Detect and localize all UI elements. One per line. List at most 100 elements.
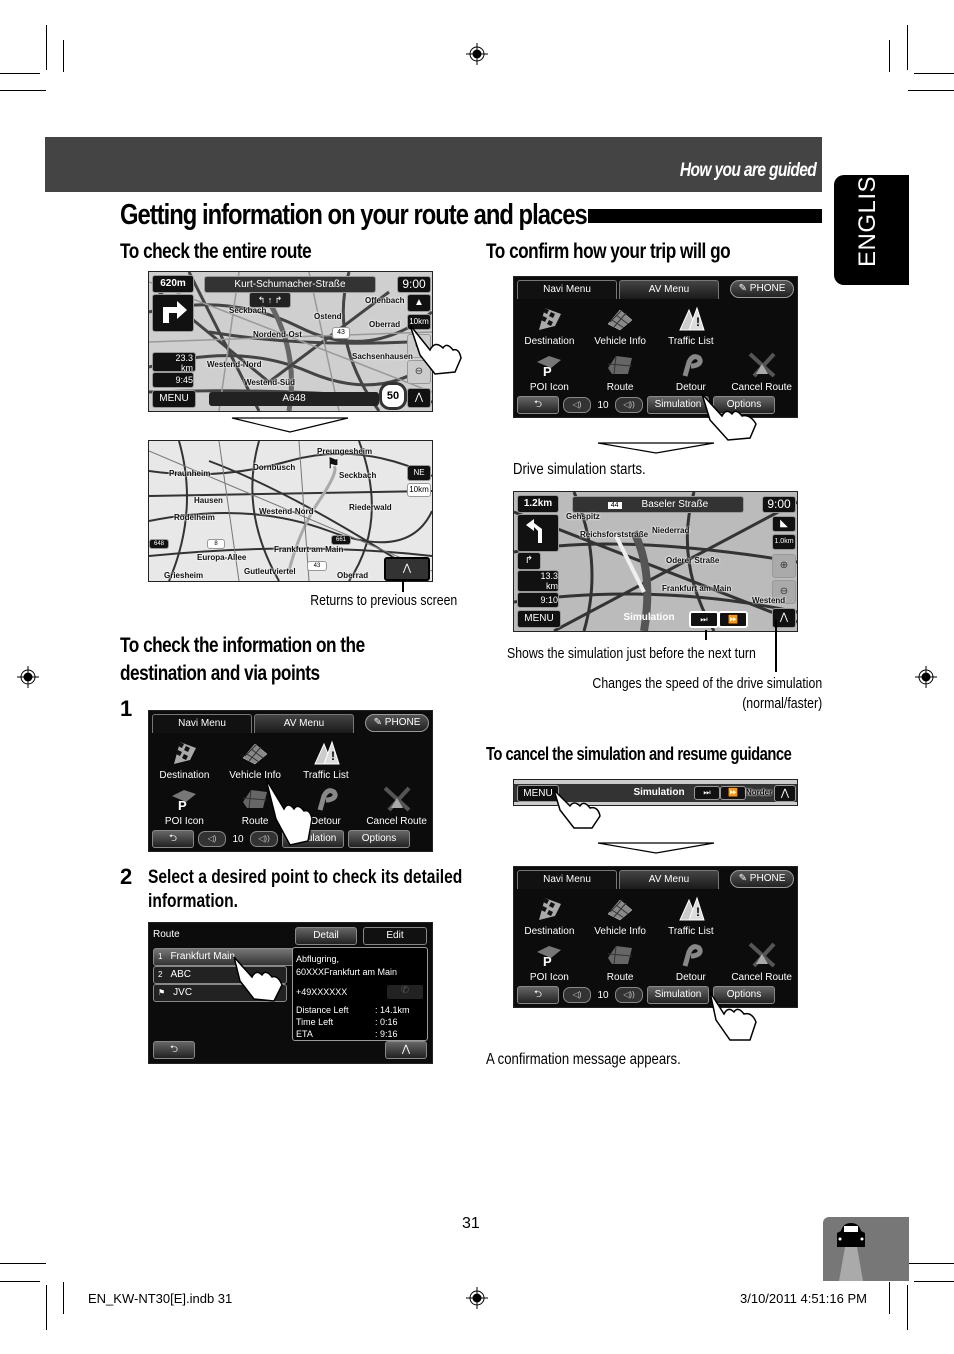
menu-item-cancel-route[interactable]: Cancel Route (726, 939, 797, 985)
pointing-hand-icon (701, 393, 757, 441)
map-scale[interactable]: 1.0km (772, 534, 796, 550)
menu-item-vehicle-info[interactable]: Vehicle Info (585, 893, 656, 939)
map-label: Westend-Süd (244, 378, 295, 387)
tab-navi-menu[interactable]: Navi Menu (517, 870, 617, 889)
road-shield: 648 (149, 539, 169, 549)
caption-return: Returns to previous screen (310, 592, 457, 609)
menu-item-vehicle-info[interactable]: Vehicle Info (585, 303, 656, 349)
options-button[interactable]: Options (348, 830, 410, 848)
traffic-warning-icon: ! (679, 896, 705, 921)
info-label: Distance Left (296, 1005, 349, 1015)
car-headlights-icon (837, 1223, 865, 1281)
map-label: Gutleutviertel (244, 567, 296, 576)
map-view-button[interactable]: ▲ (407, 294, 431, 312)
map-button[interactable]: ⋀ (385, 1041, 427, 1059)
map-label: Westend (752, 596, 786, 605)
map-label: Oderer Straße (666, 556, 720, 565)
street-name: 44 Baseler Straße (572, 496, 744, 513)
back-button[interactable]: ⮌ (517, 986, 559, 1004)
map-screen-guidance[interactable]: 620m Kurt-Schumacher-Straße 9:00 ↰ ↑ ↱ ▲… (148, 271, 433, 412)
volume-up-button[interactable]: ◁)) (615, 397, 643, 413)
menu-item-detour[interactable]: Detour (656, 939, 727, 985)
menu-item-route[interactable]: Route (585, 939, 656, 985)
map-label: Oberrad (337, 571, 369, 580)
print-datetime: 3/10/2011 4:51:16 PM (740, 1291, 867, 1306)
back-button[interactable]: ⮌ (153, 1041, 195, 1059)
back-button[interactable]: ⮌ (517, 396, 559, 414)
eta: 9:45 (152, 372, 194, 388)
menu-button[interactable]: MENU (152, 390, 196, 408)
phone-button[interactable]: ✎ PHONE (365, 714, 429, 732)
speed-toggle-button[interactable]: ⏩ (720, 786, 746, 800)
tab-navi-menu[interactable]: Navi Menu (517, 280, 617, 299)
simulation-button[interactable]: Simulation (647, 986, 709, 1004)
menu-item-destination[interactable]: Destination (149, 737, 220, 783)
menu-item-cancel-route[interactable]: Cancel Route (726, 349, 797, 395)
grid-map-icon (242, 743, 268, 765)
simulation-map-screen[interactable]: 1.2km ↱ 44 Baseler Straße 9:00 ◣ 1.0km ⊕ … (513, 491, 798, 632)
north-up-button[interactable]: ⋀ (774, 785, 796, 802)
menu-item-empty (726, 303, 797, 349)
menu-button[interactable]: MENU (517, 610, 561, 628)
speed-limit-sign: 50 (379, 382, 407, 410)
menu-item-destination[interactable]: Destination (514, 893, 585, 939)
crop-mark (889, 1282, 890, 1314)
volume-down-button[interactable]: ◁) (563, 397, 591, 413)
pointing-hand-icon (553, 789, 601, 829)
menu-item-poi-icon[interactable]: P POI Icon (149, 783, 220, 829)
menu-item-poi-icon[interactable]: P POI Icon (514, 939, 585, 985)
registration-mark-icon (466, 1287, 488, 1309)
zoom-in-button[interactable]: ⊕ (772, 554, 796, 578)
section-heading-confirm-trip: To confirm how your trip will go (486, 240, 731, 263)
north-up-button[interactable]: ⋀ (407, 388, 431, 408)
tab-av-menu[interactable]: AV Menu (254, 714, 354, 733)
map-label: Praunheim (169, 469, 211, 478)
phone-button[interactable]: ✎ PHONE (730, 280, 794, 298)
menu-item-detour[interactable]: Detour (656, 349, 727, 395)
volume-down-button[interactable]: ◁) (198, 831, 226, 847)
map-label: Hausen (194, 496, 223, 505)
call-button[interactable]: ✆ (387, 985, 423, 999)
skip-to-next-turn-button[interactable]: ⏭ (689, 611, 719, 628)
crop-mark (0, 90, 46, 91)
grid-map-icon (607, 899, 633, 921)
speed-toggle-button[interactable]: ⏩ (718, 611, 748, 628)
language-label: ENGLISH (854, 158, 881, 267)
menu-item-cancel-route[interactable]: Cancel Route (361, 783, 432, 829)
crop-mark (0, 1281, 40, 1282)
phone-button[interactable]: ✎ PHONE (730, 870, 794, 888)
skip-to-next-turn-button[interactable]: ⏭ (694, 786, 720, 800)
compass-button[interactable]: ◣ (772, 516, 796, 532)
menu-item-route[interactable]: Route (585, 349, 656, 395)
map-screen-entire-route[interactable]: Preungesheim Praunheim Dornbusch Seckbac… (148, 440, 433, 582)
menu-item-traffic-list[interactable]: ! Traffic List (656, 893, 727, 939)
map-label: Westend-Nord (259, 507, 314, 516)
transition-arrow-icon (597, 442, 715, 454)
menu-item-destination[interactable]: Destination (514, 303, 585, 349)
callout-line (775, 620, 777, 672)
detail-button[interactable]: Detail (295, 927, 357, 945)
tab-navi-menu[interactable]: Navi Menu (152, 714, 252, 733)
language-tab: ENGLISH (834, 158, 909, 285)
address-line-1: Abflugring, (296, 954, 340, 964)
traffic-warning-icon: ! (314, 740, 340, 765)
poi-icon: P (537, 356, 562, 378)
checkered-flag-icon (539, 308, 562, 330)
map-label: Westend-Nord (207, 360, 262, 369)
back-button[interactable]: ⮌ (152, 830, 194, 848)
edit-button[interactable]: Edit (363, 927, 427, 945)
volume-up-button[interactable]: ◁)) (615, 987, 643, 1003)
menu-item-traffic-list[interactable]: ! Traffic List (656, 303, 727, 349)
tab-av-menu[interactable]: AV Menu (619, 870, 719, 889)
current-road: A648 (209, 392, 379, 406)
volume-level: 10 (597, 399, 609, 411)
section-heading-destination-info: To check the information on the destinati… (120, 634, 365, 685)
volume-down-button[interactable]: ◁) (563, 987, 591, 1003)
route-title: Route (153, 929, 180, 940)
return-button[interactable]: ⋀ (384, 557, 430, 581)
detour-icon (682, 354, 703, 377)
tab-av-menu[interactable]: AV Menu (619, 280, 719, 299)
map-label: Nordend-Ost (253, 330, 302, 339)
step-number: 2 (120, 864, 133, 889)
menu-item-poi-icon[interactable]: P POI Icon (514, 349, 585, 395)
